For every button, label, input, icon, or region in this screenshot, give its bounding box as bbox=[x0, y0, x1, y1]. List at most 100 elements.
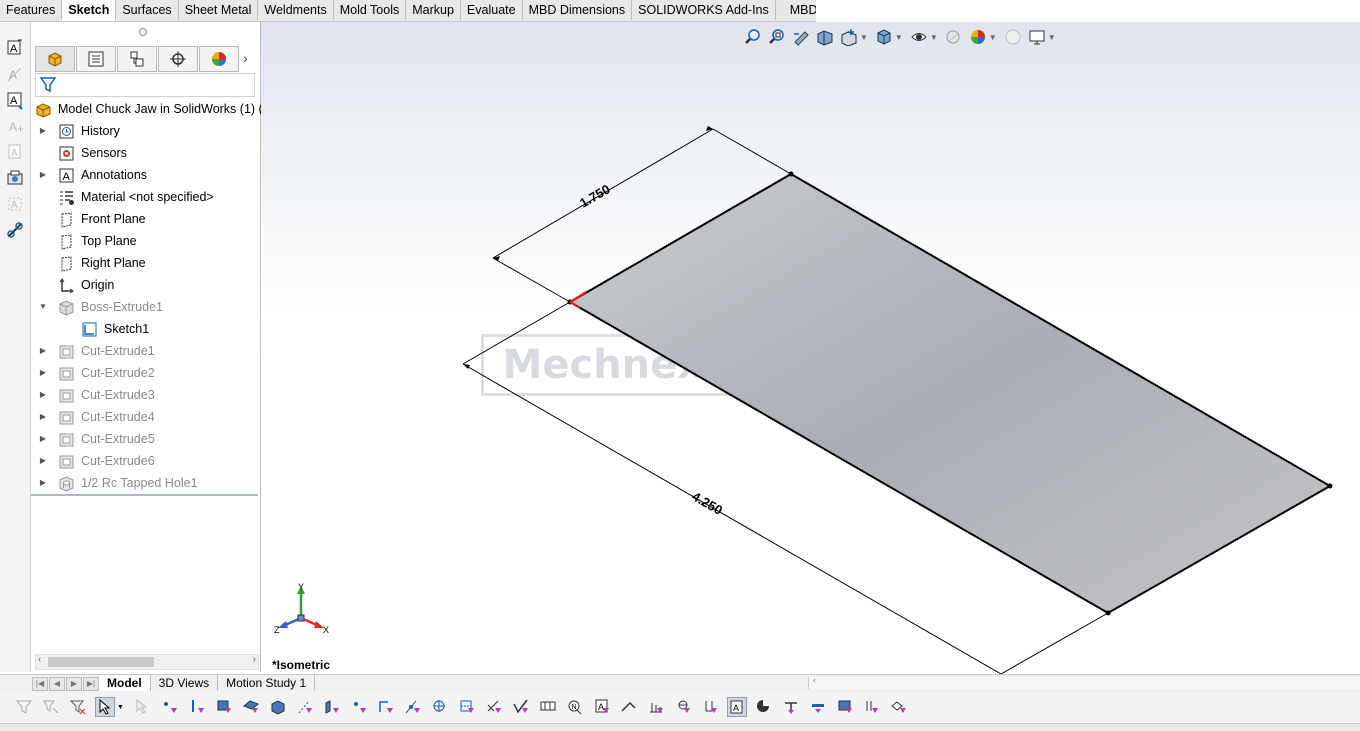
filter-surface-finish-icon[interactable] bbox=[511, 697, 531, 717]
filter-centerline-icon[interactable] bbox=[457, 697, 477, 717]
tree-item-top-plane[interactable]: Top Plane bbox=[31, 230, 260, 252]
expand-arrow-icon[interactable]: ▶ bbox=[38, 362, 48, 384]
configuration-manager-tab[interactable] bbox=[117, 46, 157, 72]
viewport-horizontal-scrollbar[interactable]: ‹ bbox=[808, 675, 1360, 689]
expand-arrow-icon[interactable]: ▶ bbox=[38, 406, 48, 428]
prev-tab-icon[interactable]: ◀ bbox=[49, 677, 65, 691]
filter-cosmetic-threads-icon[interactable] bbox=[700, 697, 720, 717]
tab-solidworks-add-ins[interactable]: SOLIDWORKS Add-Ins bbox=[632, 0, 776, 20]
tree-root-part[interactable]: Model Chuck Jaw in SolidWorks (1) (D bbox=[31, 98, 272, 120]
scroll-right-arrow-icon[interactable]: › bbox=[253, 654, 256, 665]
tree-item-1-2-rc-tapped-hole1[interactable]: ▶ 1/2 Rc Tapped Hole1 bbox=[31, 472, 260, 494]
linear-pattern-icon[interactable]: A bbox=[5, 64, 25, 84]
surface-finish-icon[interactable]: A bbox=[5, 142, 25, 162]
dimension-length-label[interactable]: 4.250 bbox=[690, 489, 726, 518]
tab-model[interactable]: Model bbox=[99, 675, 151, 691]
filter-mate-references-icon[interactable] bbox=[862, 697, 882, 717]
link-tool-icon[interactable] bbox=[5, 220, 25, 240]
filter-dowel-pins-icon[interactable] bbox=[781, 697, 801, 717]
filter-edges-icon[interactable] bbox=[187, 697, 207, 717]
tree-item-history[interactable]: ▶ History bbox=[31, 120, 260, 142]
clear-all-filters-icon[interactable] bbox=[68, 697, 88, 717]
smart-dimension-icon[interactable]: A bbox=[5, 38, 25, 58]
expand-arrow-icon[interactable]: ▶ bbox=[38, 340, 48, 362]
filter-center-marks-icon[interactable] bbox=[430, 697, 450, 717]
tree-item-cut-extrude6[interactable]: ▶ Cut-Extrude6 bbox=[31, 450, 260, 472]
first-tab-icon[interactable]: |◀ bbox=[32, 677, 48, 691]
tab-sketch[interactable]: Sketch bbox=[62, 0, 117, 21]
filter-datum-targets-icon[interactable] bbox=[673, 697, 693, 717]
panel-grip-icon[interactable] bbox=[139, 28, 147, 36]
sketch-rectangle-face[interactable] bbox=[568, 172, 1333, 615]
next-tab-icon[interactable]: ▶ bbox=[66, 677, 82, 691]
filter-sketch-points-icon[interactable] bbox=[349, 697, 369, 717]
graphics-area[interactable]: ▼ ▼ ▼ ▼ ▼ Mechnexus.com bbox=[261, 22, 1360, 674]
filter-routing-points-icon[interactable] bbox=[835, 697, 855, 717]
filter-weld-symbols-icon[interactable] bbox=[619, 697, 639, 717]
filter-notes-icon[interactable]: N bbox=[565, 697, 585, 717]
tree-item-right-plane[interactable]: Right Plane bbox=[31, 252, 260, 274]
filter-sketch-segments-icon[interactable] bbox=[376, 697, 396, 717]
last-tab-icon[interactable]: ▶| bbox=[83, 677, 99, 691]
scroll-thumb[interactable] bbox=[48, 657, 154, 667]
tree-item-cut-extrude2[interactable]: ▶ Cut-Extrude2 bbox=[31, 362, 260, 384]
sketch-vertex[interactable] bbox=[1327, 483, 1333, 489]
toggle-filter-icon[interactable] bbox=[14, 697, 34, 717]
select-all-filters-icon[interactable] bbox=[133, 697, 153, 717]
collapse-arrow-icon[interactable]: ▼ bbox=[38, 296, 48, 318]
balloon-icon[interactable]: A bbox=[5, 116, 25, 136]
filter-blocks-icon[interactable] bbox=[889, 697, 909, 717]
tree-item-annotations[interactable]: ▶ A Annotations bbox=[31, 164, 260, 186]
note-icon[interactable]: A bbox=[5, 90, 25, 110]
tab-motion-study-1[interactable]: Motion Study 1 bbox=[218, 675, 316, 691]
tab-mbd-dimensions[interactable]: MBD Dimensions bbox=[523, 0, 633, 20]
tree-item-origin[interactable]: Origin bbox=[31, 274, 260, 296]
filter-geometric-tolerance-icon[interactable] bbox=[538, 697, 558, 717]
expand-arrow-icon[interactable]: ▶ bbox=[38, 384, 48, 406]
tree-item-cut-extrude1[interactable]: ▶ Cut-Extrude1 bbox=[31, 340, 260, 362]
expand-arrow-icon[interactable]: ▶ bbox=[38, 164, 48, 186]
camera-view-icon[interactable] bbox=[5, 168, 25, 188]
tree-item-material-not-specified[interactable]: Material <not specified> bbox=[31, 186, 260, 208]
filter-datum-features-icon[interactable] bbox=[646, 697, 666, 717]
tree-item-sensors[interactable]: Sensors bbox=[31, 142, 260, 164]
tab-features[interactable]: Features bbox=[0, 0, 63, 20]
feature-tree-tab[interactable] bbox=[35, 46, 75, 72]
filter-solid-bodies-icon[interactable] bbox=[268, 697, 288, 717]
tree-item-cut-extrude3[interactable]: ▶ Cut-Extrude3 bbox=[31, 384, 260, 406]
display-manager-tab[interactable] bbox=[199, 46, 239, 72]
tab-mold-tools[interactable]: Mold Tools bbox=[334, 0, 407, 20]
filter-appearance-icon[interactable] bbox=[754, 697, 774, 717]
filter-annotations-icon[interactable]: A bbox=[726, 697, 747, 717]
property-manager-tab[interactable] bbox=[76, 46, 116, 72]
tab-weldments[interactable]: Weldments bbox=[258, 0, 334, 20]
tab-surfaces[interactable]: Surfaces bbox=[116, 0, 179, 20]
tree-item-cut-extrude4[interactable]: ▶ Cut-Extrude4 bbox=[31, 406, 260, 428]
dimxpert-manager-tab[interactable] bbox=[158, 46, 198, 72]
select-arrow-icon[interactable] bbox=[95, 697, 115, 717]
scroll-left-arrow-icon[interactable]: ‹ bbox=[38, 654, 41, 665]
filter-axes-icon[interactable] bbox=[295, 697, 315, 717]
tab-markup[interactable]: Markup bbox=[406, 0, 461, 20]
tree-item-sketch1[interactable]: Sketch1 bbox=[31, 318, 260, 340]
datum-target-icon[interactable]: A bbox=[5, 194, 25, 214]
filter-faces-icon[interactable] bbox=[214, 697, 234, 717]
dimension-width-label[interactable]: 1.750 bbox=[577, 181, 613, 210]
sketch-canvas[interactable]: 1.750 4.250 Y X Z bbox=[261, 22, 1360, 674]
filter-planes-icon[interactable] bbox=[322, 697, 342, 717]
toggle-filter-toolbar-icon[interactable] bbox=[41, 697, 61, 717]
expand-arrow-icon[interactable]: ▶ bbox=[38, 120, 48, 142]
reference-triad[interactable]: Y X Z bbox=[274, 582, 329, 635]
panel-horizontal-scrollbar[interactable]: ‹ › bbox=[35, 654, 259, 670]
expand-arrow-icon[interactable]: ▶ bbox=[38, 428, 48, 450]
filter-vertices-icon[interactable] bbox=[160, 697, 180, 717]
expand-arrow-icon[interactable]: ▶ bbox=[38, 450, 48, 472]
rollback-bar[interactable] bbox=[31, 494, 258, 496]
filter-connection-points-icon[interactable] bbox=[808, 697, 828, 717]
tab-evaluate[interactable]: Evaluate bbox=[461, 0, 523, 20]
scroll-left-arrow-icon[interactable]: ‹ bbox=[813, 675, 816, 685]
tree-item-cut-extrude5[interactable]: ▶ Cut-Extrude5 bbox=[31, 428, 260, 450]
filter-midpoints-icon[interactable] bbox=[403, 697, 423, 717]
expand-arrow-icon[interactable]: ▶ bbox=[38, 472, 48, 494]
filter-text-icon[interactable]: A bbox=[592, 697, 612, 717]
